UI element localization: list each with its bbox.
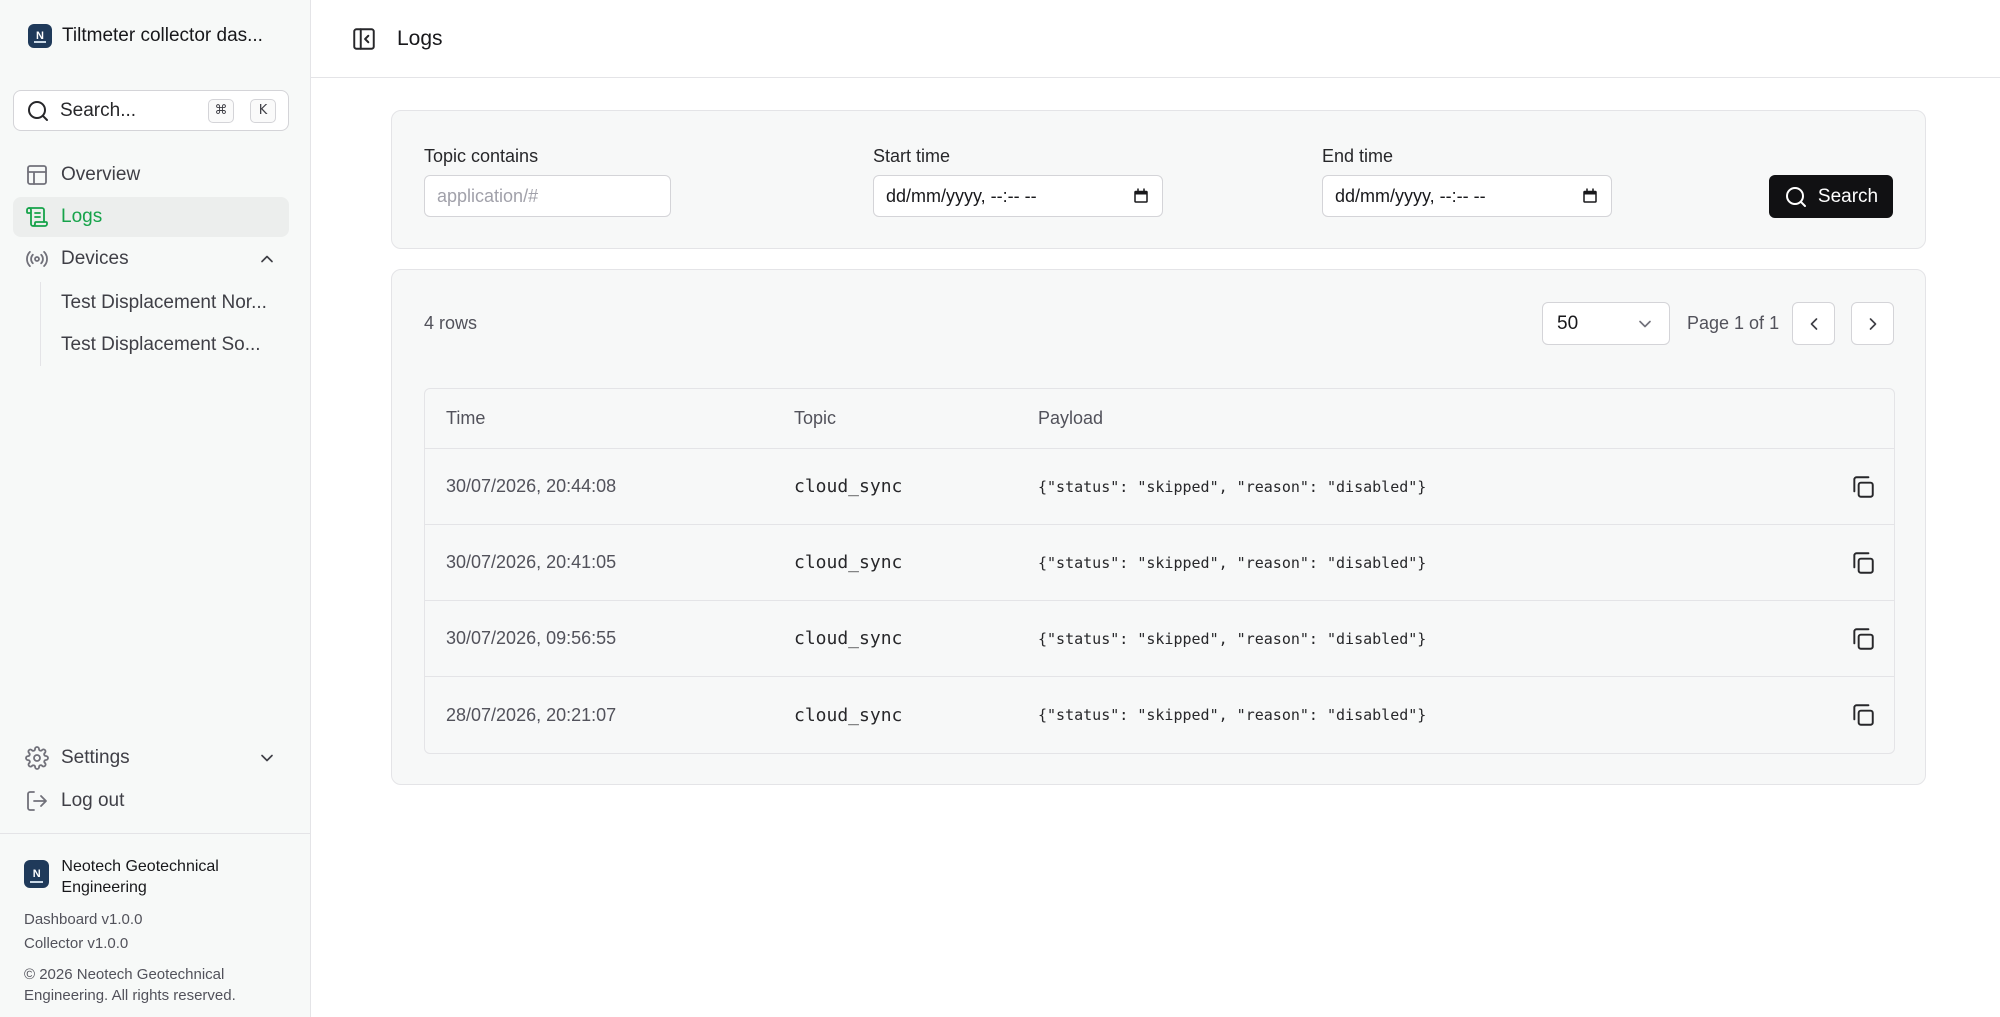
row-topic: cloud_sync [794,476,903,497]
radio-tower-icon [26,251,48,267]
sidebar-search[interactable]: Search... ⌘ K [13,90,289,131]
start-time-value: dd/mm/yyyy, --:-- -- [886,185,1037,206]
sidebar: N Tiltmeter collector das... Search... ⌘… [0,0,311,1017]
device-label: Test Displacement So... [61,334,261,355]
sidebar-item-logout[interactable]: Log out [13,781,289,821]
org-name: Neotech Geotechnical Engineering [61,858,219,896]
sidebar-item-settings[interactable]: Settings [13,738,289,778]
rows-count: 4 rows [424,313,478,333]
table-row: 30/07/2026, 20:41:05 cloud_sync {"status… [425,525,1894,601]
chevron-right-icon [1869,317,1876,330]
topic-label: Topic contains [424,146,539,166]
shortcut-cmd-key: ⌘ [208,98,234,123]
chevron-left-icon [1810,317,1817,330]
chevron-down-icon [1639,320,1651,327]
page-size-select[interactable]: 50 [1542,302,1670,345]
topic-input[interactable]: application/# [424,175,671,217]
copy-icon[interactable] [1850,626,1876,652]
row-time: 30/07/2026, 20:41:05 [446,552,617,572]
column-header-topic[interactable]: Topic [794,408,1038,429]
table-row: 30/07/2026, 20:44:08 cloud_sync {"status… [425,449,1894,525]
end-time-value: dd/mm/yyyy, --:-- -- [1335,185,1486,206]
layout-icon [27,165,47,185]
copyright: © 2026 Neotech Geotechnical Engineering.… [24,966,236,1004]
search-button-label: Search [1817,185,1879,207]
row-topic: cloud_sync [794,704,903,726]
sidebar-item-label: Overview [61,164,141,185]
device-label: Test Displacement Nor... [61,292,267,313]
filter-panel: Topic contains application/# Start time … [391,110,1926,249]
shortcut-k-key: K [250,98,276,123]
brand-name: Tiltmeter collector das... [62,25,263,46]
sidebar-footer: N Neotech Geotechnical Engineering Dashb… [0,833,310,1006]
sidebar-item-label: Settings [61,747,130,768]
results-panel: 4 rows 50 Page 1 of 1 Time Topic Payload… [391,269,1926,785]
collector-version: Collector v1.0.0 [24,935,129,952]
row-time: 30/07/2026, 09:56:55 [446,628,617,648]
sidebar-item-device[interactable]: Test Displacement So... [41,324,290,366]
row-payload: {"status": "skipped", "reason": "disable… [1038,553,1427,572]
dashboard-version: Dashboard v1.0.0 [24,911,143,928]
search-icon [28,100,48,121]
sidebar-item-logs[interactable]: Logs [13,197,289,237]
sidebar-item-label: Log out [61,790,125,811]
next-page-button[interactable] [1851,302,1894,345]
search-button[interactable]: Search [1769,175,1893,218]
row-payload: {"status": "skipped", "reason": "disable… [1038,706,1427,724]
table-row: 30/07/2026, 09:56:55 cloud_sync {"status… [425,601,1894,677]
sidebar-search-label: Search... [60,99,137,121]
gear-icon [25,746,49,770]
brand-logo: N [28,24,52,48]
copy-icon[interactable] [1850,550,1876,576]
table-row: 28/07/2026, 20:21:07 cloud_sync {"status… [425,677,1894,753]
sidebar-item-label: Logs [61,206,103,227]
chevron-up-icon[interactable] [257,249,277,269]
row-topic: cloud_sync [794,552,903,573]
column-header-payload[interactable]: Payload [1038,408,1832,429]
organization: N Neotech Geotechnical Engineering [24,856,286,898]
end-time-label: End time [1322,146,1394,166]
row-time: 30/07/2026, 20:44:08 [446,476,617,496]
row-topic: cloud_sync [794,628,903,649]
org-logo: N [24,860,50,888]
top-bar: Logs [311,0,2000,78]
scroll-icon [26,207,48,227]
page-indicator: Page 1 of 1 [1687,313,1780,333]
sidebar-item-overview[interactable]: Overview [13,155,289,195]
copy-icon[interactable] [1850,474,1876,500]
search-icon [1785,186,1806,207]
sidebar-item-label: Devices [61,248,129,269]
sidebar-item-device[interactable]: Test Displacement Nor... [41,282,290,324]
sidebar-toggle-icon[interactable] [351,26,377,52]
page-size-value: 50 [1557,312,1579,334]
row-payload: {"status": "skipped", "reason": "disable… [1038,629,1427,648]
brand[interactable]: N Tiltmeter collector das... [28,24,292,48]
row-time: 28/07/2026, 20:21:07 [446,704,617,725]
devices-submenu: Test Displacement Nor... Test Displaceme… [40,282,290,366]
prev-page-button[interactable] [1792,302,1835,345]
page-title: Logs [397,26,443,50]
start-time-label: Start time [873,146,951,166]
sidebar-item-devices[interactable]: Devices [13,239,289,279]
calendar-icon[interactable] [1581,187,1599,205]
column-header-time[interactable]: Time [425,408,794,429]
start-time-input[interactable]: dd/mm/yyyy, --:-- -- [873,175,1163,217]
copy-icon[interactable] [1850,702,1876,728]
calendar-icon[interactable] [1132,187,1150,205]
chevron-down-icon[interactable] [257,748,277,768]
logs-table: Time Topic Payload 30/07/2026, 20:44:08 … [424,388,1895,754]
table-header: Time Topic Payload [425,389,1894,449]
end-time-input[interactable]: dd/mm/yyyy, --:-- -- [1322,175,1612,217]
row-payload: {"status": "skipped", "reason": "disable… [1038,477,1427,496]
log-out-icon [27,791,47,811]
